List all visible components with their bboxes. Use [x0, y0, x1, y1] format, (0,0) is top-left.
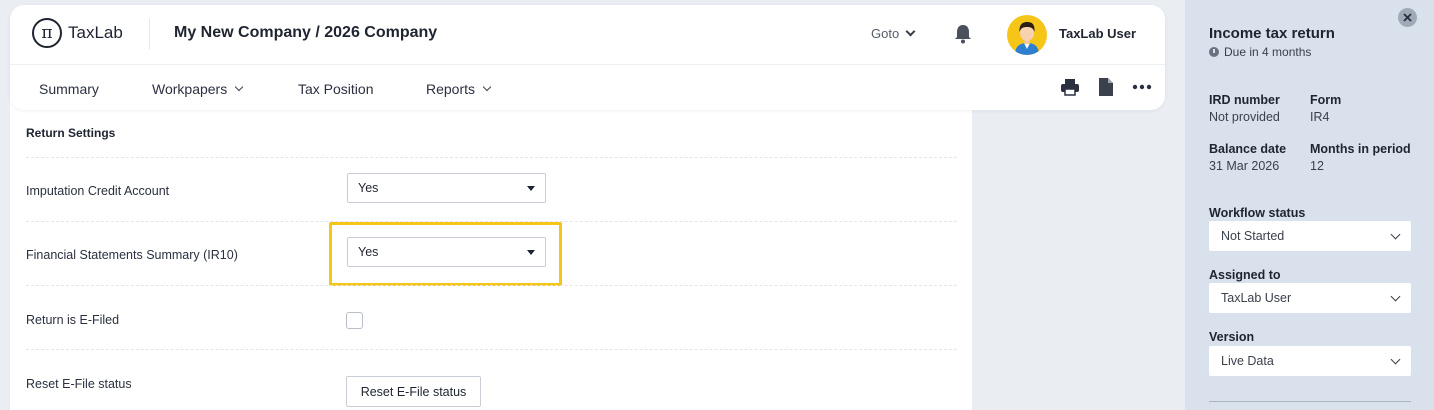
clock-icon	[1209, 47, 1219, 57]
chevron-down-icon	[234, 82, 244, 92]
tab-label: Summary	[39, 81, 99, 97]
tab-label: Tax Position	[298, 81, 374, 97]
tab-reports[interactable]: Reports	[426, 81, 492, 97]
nav-tabs: Summary Workpapers Tax Position Reports	[39, 81, 492, 97]
assigned-to-label: Assigned to	[1209, 268, 1281, 282]
reset-label: Reset E-File status	[26, 377, 132, 391]
tab-label: Reports	[426, 81, 476, 97]
header-separator	[149, 19, 150, 49]
imputation-select[interactable]: Yes	[347, 173, 546, 203]
tab-workpapers[interactable]: Workpapers	[152, 81, 298, 97]
logo-text: TaxLab	[68, 23, 123, 42]
chevron-down-icon	[1390, 354, 1401, 364]
form-label: Form	[1310, 93, 1342, 107]
company-breadcrumb: My New Company / 2026 Company	[174, 24, 438, 41]
imputation-select-value: Yes	[358, 181, 379, 195]
workflow-status-label: Workflow status	[1209, 206, 1306, 220]
workflow-status-value: Not Started	[1221, 229, 1285, 243]
panel-title: Income tax return	[1209, 25, 1335, 42]
form-value: IR4	[1310, 110, 1330, 124]
user-avatar-icon	[1015, 22, 1039, 55]
balance-date-label: Balance date	[1209, 142, 1287, 156]
chevron-down-icon	[1390, 291, 1401, 301]
chevron-down-icon	[905, 26, 916, 37]
caret-down-icon	[527, 185, 535, 191]
print-icon[interactable]	[1060, 77, 1080, 97]
return-info-panel: Income tax return Due in 4 months IRD nu…	[1185, 0, 1434, 410]
months-value: 12	[1310, 159, 1324, 173]
assigned-to-value: TaxLab User	[1221, 291, 1292, 305]
version-value: Live Data	[1221, 354, 1274, 368]
reset-efile-button[interactable]: Reset E-File status	[346, 376, 481, 407]
bell-icon[interactable]	[954, 24, 972, 44]
chevron-down-icon	[482, 82, 492, 92]
assigned-to-select[interactable]: TaxLab User	[1209, 283, 1411, 313]
ir10-select[interactable]: Yes	[347, 237, 546, 267]
close-button[interactable]	[1398, 8, 1417, 27]
section-title: Return Settings	[26, 126, 116, 140]
balance-date-value: 31 Mar 2026	[1209, 159, 1280, 173]
row-divider	[26, 157, 957, 158]
ird-number-label: IRD number	[1209, 93, 1280, 107]
chevron-down-icon	[1390, 229, 1401, 239]
tab-label: Workpapers	[152, 81, 228, 97]
version-label: Version	[1209, 330, 1255, 344]
efiled-checkbox[interactable]	[346, 312, 363, 329]
row-divider	[26, 285, 957, 286]
avatar[interactable]	[1007, 15, 1047, 55]
tab-summary[interactable]: Summary	[39, 81, 152, 97]
logo-pi-icon: π	[32, 18, 62, 48]
ird-number-value: Not provided	[1209, 110, 1280, 124]
caret-down-icon	[527, 249, 535, 255]
version-select[interactable]: Live Data	[1209, 346, 1411, 376]
efiled-label: Return is E-Filed	[26, 313, 120, 327]
row-divider	[26, 349, 957, 350]
ir10-label: Financial Statements Summary (IR10)	[26, 248, 238, 262]
due-text: Due in 4 months	[1224, 45, 1312, 59]
ir10-select-value: Yes	[358, 245, 379, 259]
user-name[interactable]: TaxLab User	[1059, 26, 1136, 41]
app-header: π TaxLab My New Company / 2026 Company G…	[10, 5, 1165, 110]
workflow-status-select[interactable]: Not Started	[1209, 221, 1411, 251]
taxlab-logo[interactable]: π TaxLab	[32, 18, 123, 48]
goto-dropdown[interactable]: Goto	[871, 26, 916, 41]
document-icon[interactable]	[1098, 77, 1114, 97]
header-divider	[10, 64, 1165, 65]
more-icon[interactable]	[1132, 77, 1152, 97]
imputation-label: Imputation Credit Account	[26, 184, 170, 198]
tab-tax-position[interactable]: Tax Position	[298, 81, 426, 97]
close-icon	[1403, 13, 1412, 22]
panel-divider	[1209, 401, 1411, 402]
return-settings-card: Return Settings Imputation Credit Accoun…	[10, 90, 972, 410]
due-indicator: Due in 4 months	[1209, 45, 1311, 59]
goto-label: Goto	[871, 26, 900, 41]
months-label: Months in period	[1310, 142, 1411, 156]
